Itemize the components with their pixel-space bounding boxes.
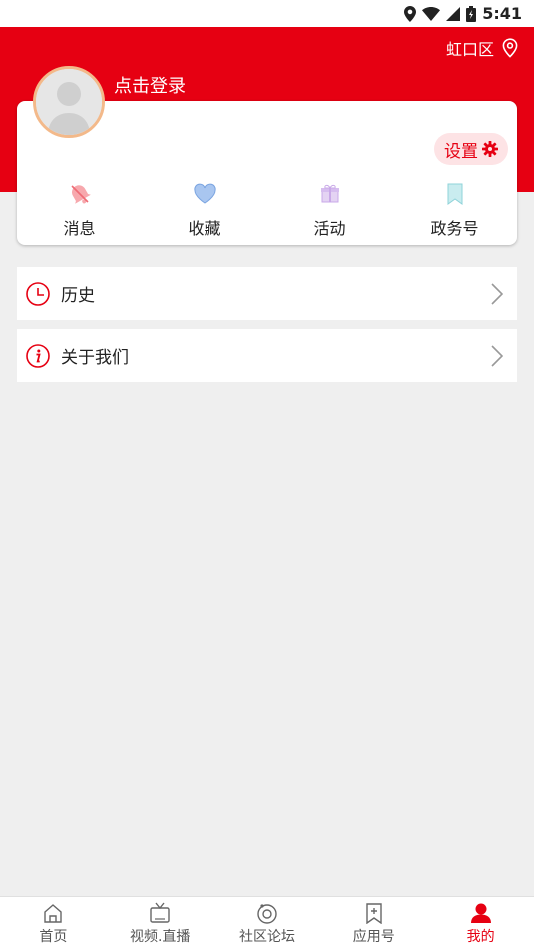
default-avatar-icon (36, 69, 102, 135)
quick-item-gov-accounts[interactable]: 政务号 (392, 177, 517, 239)
quick-item-activities[interactable]: 活动 (267, 177, 392, 239)
status-bar: 5:41 (0, 0, 534, 27)
list-item-history[interactable]: 历史 (17, 267, 517, 320)
avatar[interactable] (33, 66, 105, 138)
nav-item-mine[interactable]: 我的 (427, 897, 534, 950)
location-pin-icon (502, 38, 518, 58)
nav-item-label: 应用号 (352, 928, 395, 945)
quick-item-label: 收藏 (188, 219, 221, 238)
gear-icon (482, 141, 498, 157)
quick-item-messages[interactable]: 消息 (17, 177, 142, 239)
nav-item-label: 社区论坛 (238, 928, 295, 945)
quick-item-favorites[interactable]: 收藏 (142, 177, 267, 239)
community-icon (257, 903, 277, 924)
settings-label: 设置 (444, 141, 478, 162)
quick-item-label: 活动 (313, 219, 346, 238)
location-pin-icon (404, 5, 417, 22)
nav-item-community[interactable]: 社区论坛 (214, 897, 321, 950)
gift-icon (320, 184, 339, 203)
quick-actions: 消息 收藏 活动 政务号 (17, 177, 517, 239)
chevron-right-icon (491, 282, 503, 305)
list-item-about-us[interactable]: 关于我们 (17, 329, 517, 382)
chevron-right-icon (491, 344, 503, 367)
nav-item-label: 视频.直播 (129, 928, 191, 945)
bookmark-icon (447, 183, 462, 205)
quick-item-label: 政务号 (430, 219, 479, 238)
wifi-icon (422, 6, 441, 21)
list-item-label: 关于我们 (61, 348, 129, 368)
nav-item-home[interactable]: 首页 (0, 897, 107, 950)
tv-icon (150, 902, 170, 923)
bottom-nav: 首页 视频.直播 社区论坛 应用号 我的 (0, 896, 534, 950)
heart-icon (193, 183, 216, 204)
signal-icon (446, 6, 461, 21)
bell-icon (70, 185, 91, 204)
info-icon (26, 343, 50, 368)
nav-item-label: 首页 (39, 928, 68, 945)
location-selector[interactable]: 虹口区 (446, 36, 518, 60)
status-time: 5:41 (482, 4, 522, 23)
location-label: 虹口区 (445, 40, 494, 59)
login-link[interactable]: 点击登录 (114, 72, 186, 98)
quick-item-label: 消息 (63, 219, 96, 238)
clock-icon (26, 281, 50, 306)
app-bookmark-icon (366, 902, 382, 924)
home-icon (44, 903, 63, 923)
person-icon (470, 903, 491, 923)
list-item-label: 历史 (61, 286, 95, 306)
settings-button[interactable]: 设置 (434, 133, 508, 165)
nav-item-label: 我的 (466, 928, 495, 945)
battery-icon (466, 5, 477, 22)
nav-item-app-accounts[interactable]: 应用号 (320, 897, 427, 950)
nav-item-video-live[interactable]: 视频.直播 (107, 897, 214, 950)
